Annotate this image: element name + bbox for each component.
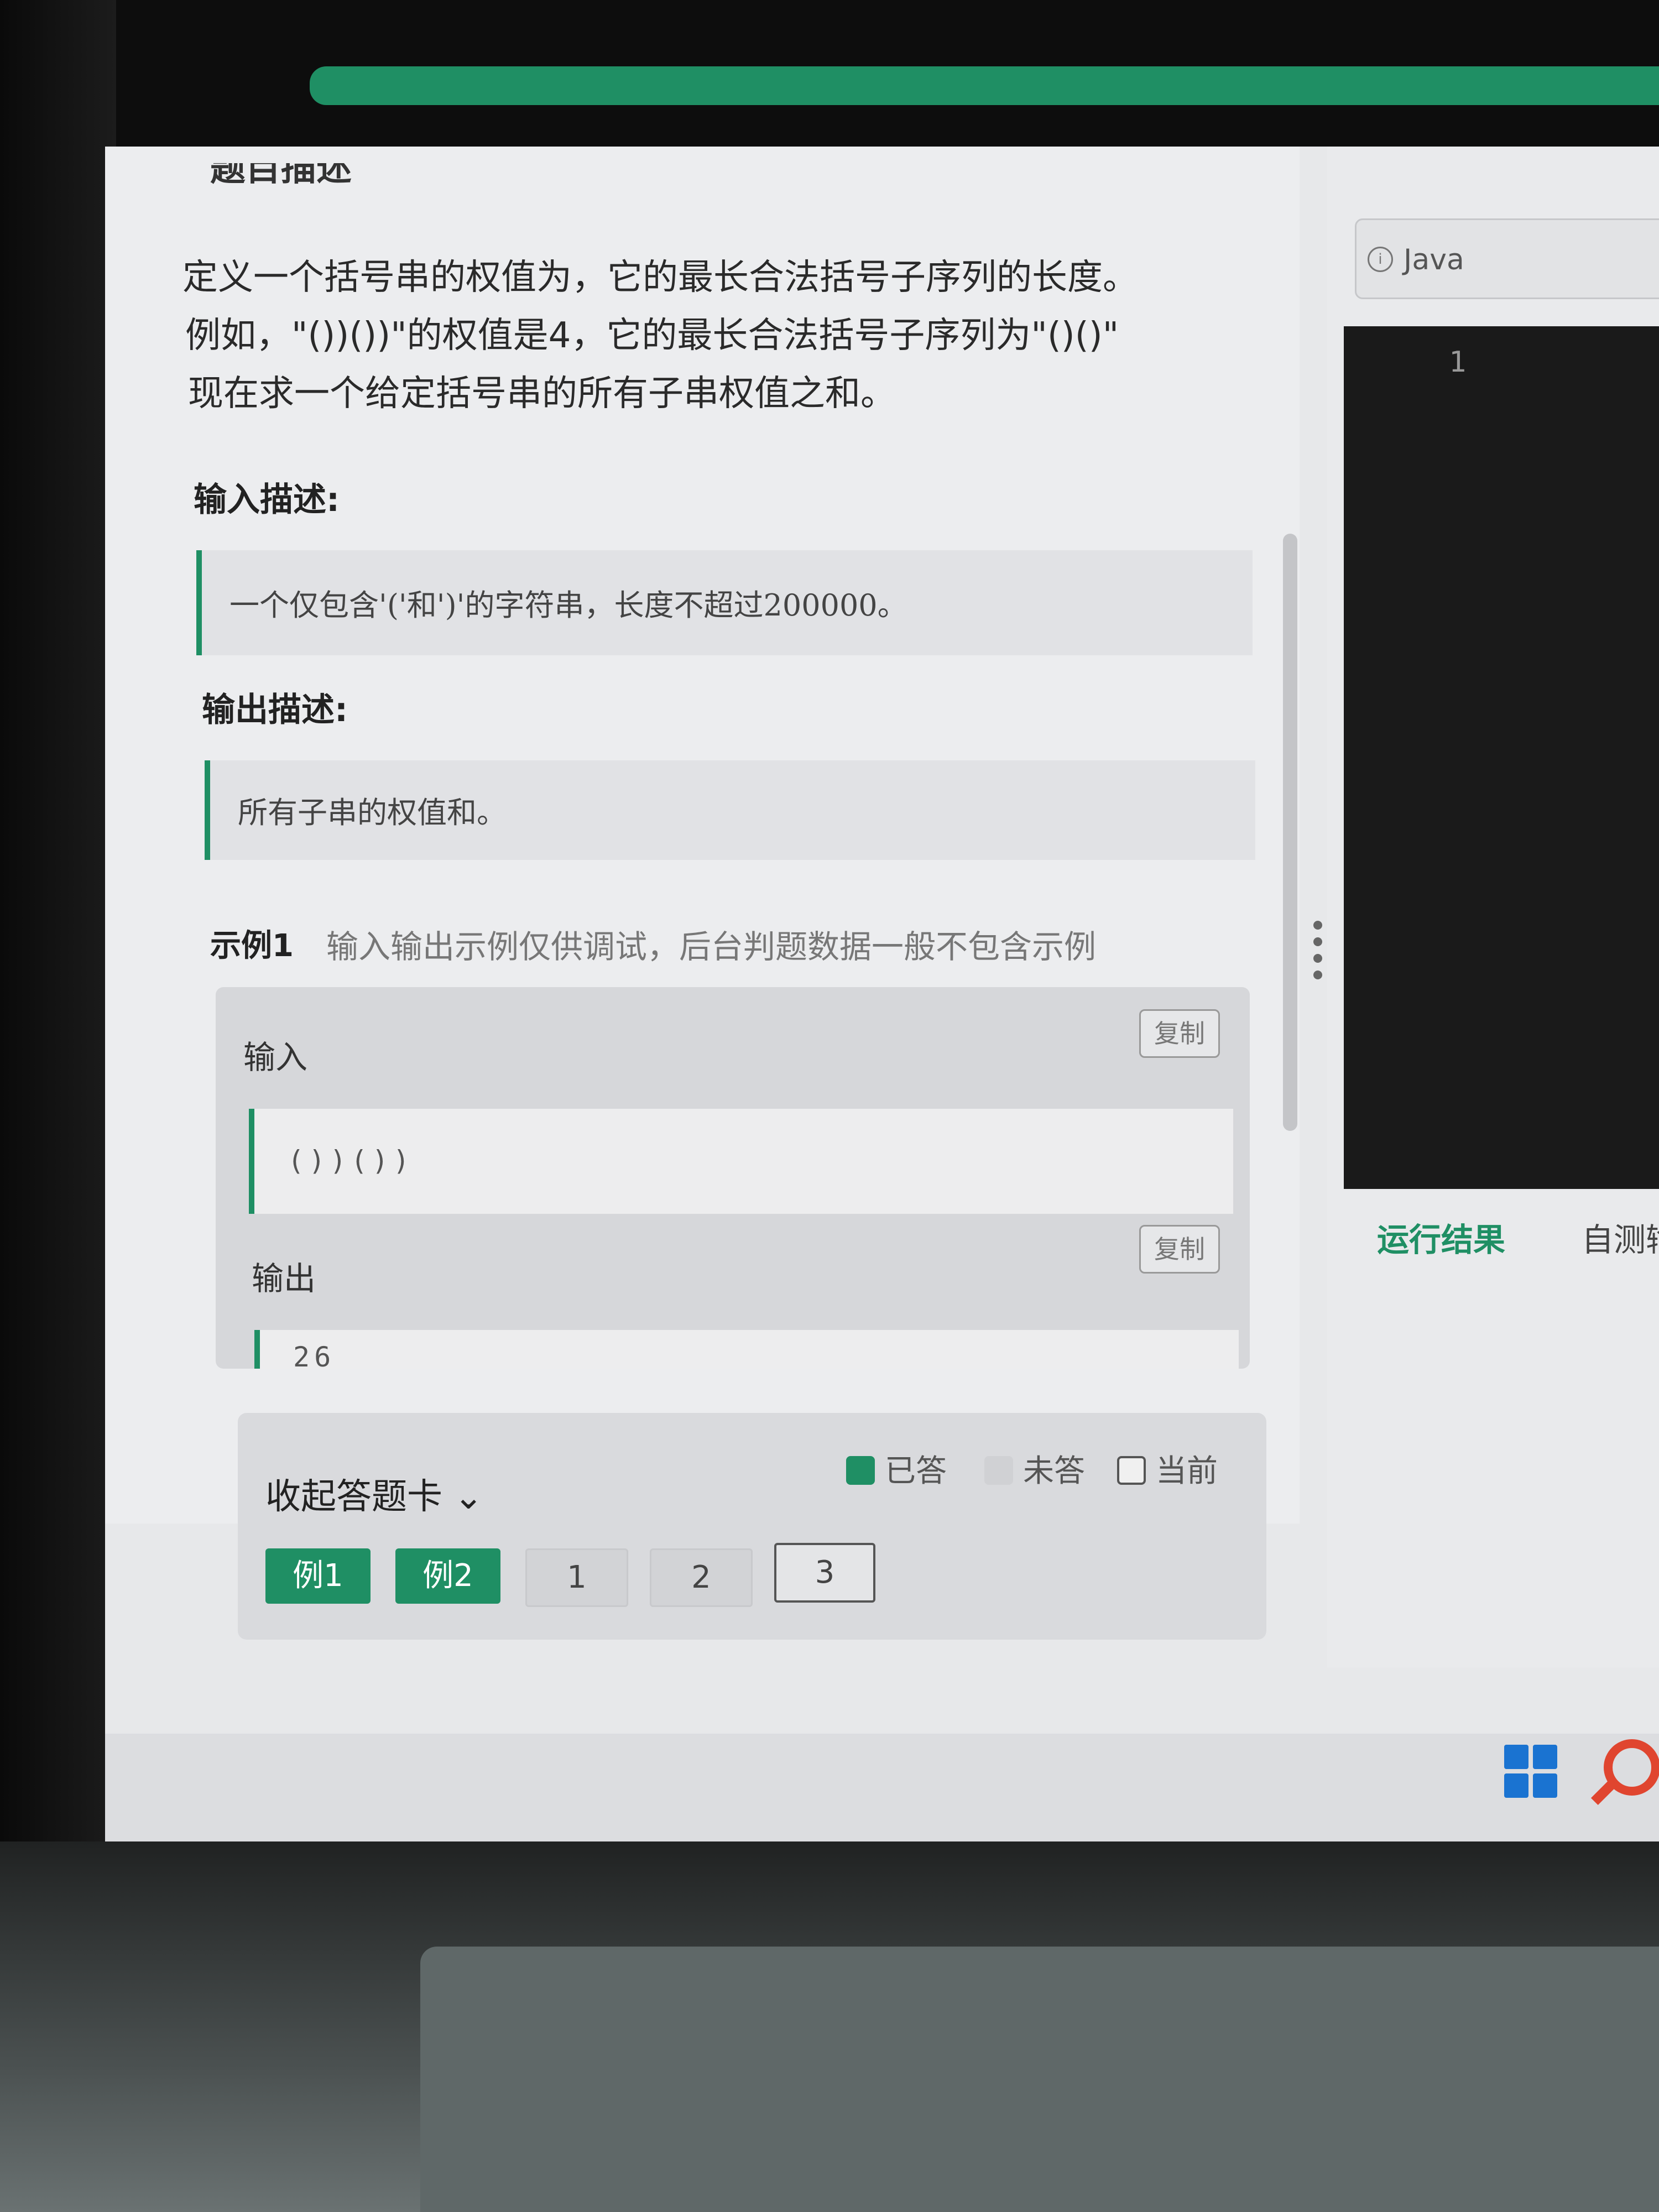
tab-self-test[interactable]: 自测输 — [1582, 1214, 1659, 1260]
search-icon[interactable] — [1604, 1739, 1659, 1796]
problem-panel: 题目描述 定义一个括号串的权值为，它的最长合法括号子序列的长度。 例如，"())… — [105, 147, 1300, 1524]
example-input-label: 输入 — [243, 1039, 308, 1076]
unanswered-swatch — [984, 1456, 1013, 1485]
output-description-box: 所有子串的权值和。 — [205, 760, 1255, 860]
answered-swatch — [846, 1456, 875, 1485]
description-line: 定义一个括号串的权值为，它的最长合法括号子序列的长度。 — [182, 257, 1138, 298]
language-select[interactable]: i Java — [1355, 218, 1659, 299]
copy-input-button[interactable]: 复制 — [1139, 1009, 1220, 1058]
legend-unanswered-label: 未答 — [1023, 1453, 1085, 1489]
legend-current: 当前 — [1117, 1446, 1218, 1491]
tab-run-result[interactable]: 运行结果 — [1377, 1214, 1505, 1260]
legend-answered: 已答 — [846, 1446, 947, 1491]
example-input-value: ())()) — [288, 1145, 414, 1177]
current-swatch — [1117, 1456, 1146, 1485]
collapse-answer-card-toggle[interactable]: 收起答题卡 ⌄ — [265, 1468, 483, 1519]
description-line: 例如，"())())"的权值是4，它的最长合法括号子序列为"()()" — [185, 315, 1119, 356]
toggle-label: 收起答题卡 — [265, 1477, 442, 1517]
splitter-dot — [1313, 954, 1322, 963]
line-number: 1 — [1449, 346, 1467, 379]
question-button-3[interactable]: 3 — [774, 1543, 875, 1603]
example-output-label: 输出 — [252, 1260, 316, 1297]
code-editor[interactable]: 1 — [1344, 326, 1659, 1189]
panel-splitter-handle[interactable] — [1313, 921, 1323, 987]
language-label: Java — [1404, 243, 1464, 276]
input-description-box: 一个仅包含'('和')'的字符串，长度不超过200000。 — [196, 550, 1253, 655]
example-output-value: 26 — [293, 1341, 336, 1373]
copy-output-button[interactable]: 复制 — [1139, 1225, 1220, 1274]
legend-current-label: 当前 — [1156, 1453, 1218, 1489]
example-output-box: 26 — [254, 1330, 1239, 1373]
legend-answered-label: 已答 — [885, 1453, 947, 1489]
question-button-1[interactable]: 1 — [525, 1548, 628, 1607]
output-description-title: 输出描述: — [202, 691, 348, 729]
question-button-example-2[interactable]: 例2 — [395, 1548, 500, 1604]
splitter-dot — [1313, 921, 1322, 930]
splitter-dot — [1313, 937, 1322, 946]
output-description-text: 所有子串的权值和。 — [238, 795, 507, 830]
input-description-text: 一个仅包含'('和')'的字符串，长度不超过200000。 — [229, 588, 907, 623]
chevron-down-icon: ⌄ — [453, 1477, 483, 1517]
question-button-2[interactable]: 2 — [650, 1548, 753, 1607]
problem-scrollbar[interactable] — [1283, 534, 1297, 1131]
example-title: 示例1 — [210, 928, 294, 964]
laptop-hinge — [420, 1947, 1659, 2212]
problem-heading-cut: 题目描述 — [210, 163, 352, 185]
splitter-dot — [1313, 971, 1322, 979]
example-note: 输入输出示例仅供调试，后台判题数据一般不包含示例 — [326, 928, 1097, 966]
top-accent-strip — [310, 66, 1659, 105]
input-description-title: 输入描述: — [194, 481, 340, 519]
taskbar — [105, 1734, 1659, 1844]
info-icon: i — [1368, 247, 1393, 272]
legend-unanswered: 未答 — [984, 1446, 1085, 1491]
code-panel: i Java 1 运行结果 自测输 — [1327, 147, 1659, 1667]
screen: 题目描述 定义一个括号串的权值为，它的最长合法括号子序列的长度。 例如，"())… — [105, 147, 1659, 1844]
answer-card: 收起答题卡 ⌄ 已答 未答 当前 例1 例2 1 2 3 — [238, 1413, 1266, 1640]
windows-start-icon[interactable] — [1504, 1745, 1557, 1798]
example-input-box: ())()) — [249, 1109, 1233, 1214]
description-line: 现在求一个给定括号串的所有子串权值之和。 — [188, 373, 896, 414]
question-button-example-1[interactable]: 例1 — [265, 1548, 371, 1604]
example-card: 输入 复制 ())()) 输出 复制 26 — [216, 987, 1250, 1373]
